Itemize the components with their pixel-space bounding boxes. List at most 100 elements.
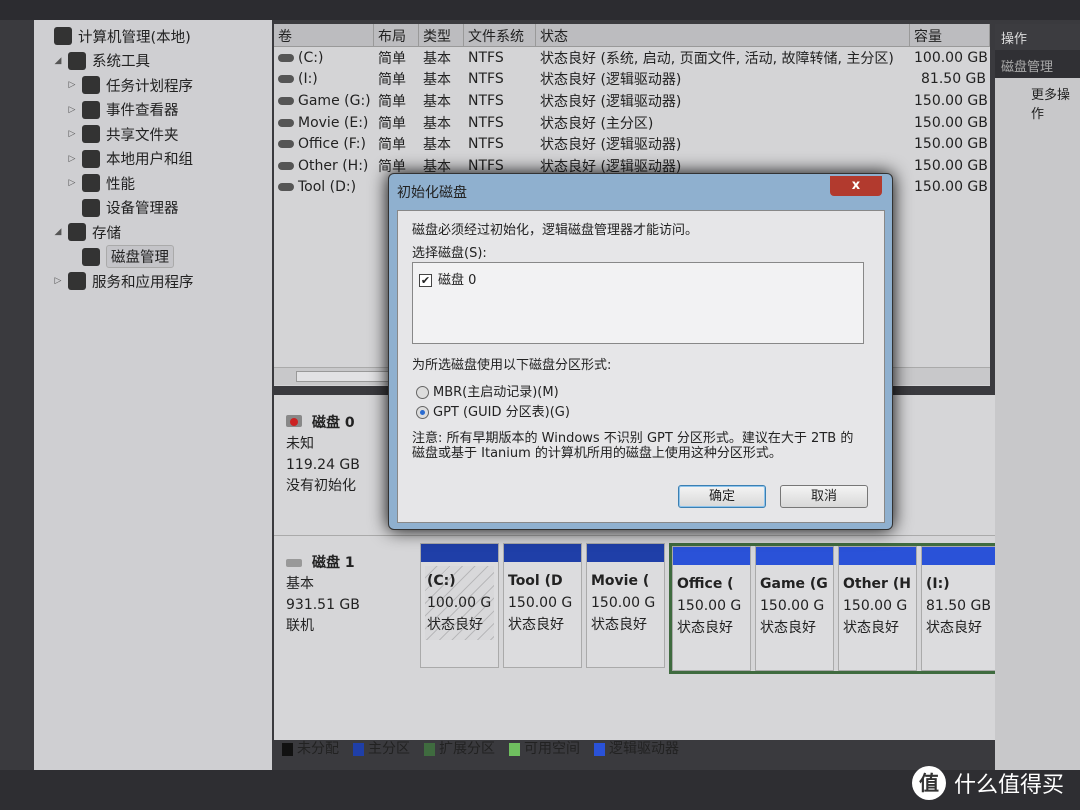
partition-block[interactable]: (C:) 100.00 G 状态良好 — [420, 543, 499, 668]
tree-item[interactable]: ▷ 本地用户和组 — [34, 147, 272, 172]
expand-arrow-icon[interactable]: ▷ — [66, 129, 78, 139]
radio-icon[interactable] — [416, 386, 429, 399]
tree-item[interactable]: ▷ 服务和应用程序 — [34, 269, 272, 294]
column-type[interactable]: 类型 — [419, 24, 464, 46]
column-volume[interactable]: 卷 — [274, 24, 374, 46]
partition-info: Game (G 150.00 G 状态良好 — [756, 565, 833, 647]
actions-section[interactable]: 磁盘管理 — [995, 50, 1080, 78]
tree-item[interactable]: ▷ 任务计划程序 — [34, 73, 272, 98]
tree-node-icon — [82, 100, 100, 119]
cell-text: 状态良好 (逻辑驱动器) — [540, 137, 682, 154]
partition-status: 状态良好 — [760, 620, 816, 636]
partition-block[interactable]: Tool (D 150.00 G 状态良好 — [503, 543, 582, 668]
actions-header: 操作 — [995, 24, 1080, 50]
tree-item[interactable]: 设备管理器 — [34, 196, 272, 221]
cell-text: Other (H:) — [298, 157, 369, 174]
tree-item[interactable]: ▷ 性能 — [34, 171, 272, 196]
table-cell: 基本 — [419, 113, 464, 133]
volume-list-header: 卷 布局 类型 文件系统 状态 容量 — [274, 24, 990, 47]
more-actions-link[interactable]: 更多操作 — [995, 78, 1080, 122]
cell-text: 基本 — [423, 93, 451, 110]
partition-bar — [504, 544, 581, 562]
tree-item[interactable]: ◢ 存储 — [34, 220, 272, 245]
close-button[interactable]: x — [830, 176, 882, 196]
column-status[interactable]: 状态 — [536, 24, 910, 46]
cancel-button[interactable]: 取消 — [780, 485, 868, 508]
partition-block[interactable]: Other (H 150.00 G 状态良好 — [838, 546, 917, 671]
disk-icon — [286, 559, 302, 567]
column-capacity[interactable]: 容量 — [910, 24, 990, 46]
drive-icon — [278, 118, 294, 127]
expand-arrow-icon[interactable]: ▷ — [66, 80, 78, 90]
cell-text: Tool (D:) — [298, 179, 357, 196]
navigation-tree: 计算机管理(本地) ◢ 系统工具 ▷ 任务计划程序 ▷ 事件查看器 ▷ 共享文件夹 ▷ 本地用户和组… — [34, 20, 272, 770]
table-cell: 状态良好 (逻辑驱动器) — [536, 134, 910, 154]
partition-style-label: 为所选磁盘使用以下磁盘分区形式: — [412, 358, 612, 373]
legend-item: 逻辑驱动器 — [594, 738, 679, 758]
checkbox-icon[interactable]: ✔ — [419, 274, 432, 287]
tree-item[interactable]: ▷ 共享文件夹 — [34, 122, 272, 147]
cell-text: Movie (E:) — [298, 114, 369, 131]
tree-node-icon — [82, 76, 100, 95]
tree-item[interactable]: 磁盘管理 — [34, 245, 272, 270]
partition-size: 150.00 G — [508, 595, 573, 611]
dialog-note: 注意: 所有早期版本的 Windows 不识别 GPT 分区形式。建议在大于 2… — [412, 431, 854, 461]
table-cell: 简单 — [374, 91, 419, 111]
table-cell: NTFS — [464, 158, 536, 174]
cell-text: 状态良好 (系统, 启动, 页面文件, 活动, 故障转储, 主分区) — [540, 50, 894, 67]
partition-status: 状态良好 — [427, 617, 483, 633]
expand-arrow-icon[interactable]: ▷ — [66, 105, 78, 115]
ok-button[interactable]: 确定 — [678, 485, 766, 508]
mbr-radio[interactable]: MBR(主启动记录)(M) — [416, 381, 559, 400]
drive-icon — [278, 75, 294, 84]
table-cell: 状态良好 (系统, 启动, 页面文件, 活动, 故障转储, 主分区) — [536, 48, 910, 68]
disk-list[interactable]: ✔ 磁盘 0 — [412, 262, 864, 344]
tree-node-icon — [54, 27, 72, 46]
table-row[interactable]: (I:) 简单 基本 NTFS 状态良好 (逻辑驱动器) 81.50 GB — [274, 69, 990, 91]
partition-block[interactable]: Movie (150.00 G 状态良好 — [586, 543, 665, 668]
cell-text: 简单 — [378, 72, 406, 89]
partition-block[interactable]: Office (150.00 G 状态良好 — [672, 546, 751, 671]
expand-arrow-icon[interactable]: ▷ — [66, 154, 78, 164]
tree-node-icon — [68, 272, 86, 291]
disk-1-partitions: (C:) 100.00 G 状态良好 Tool (D 150.00 G 状态良好 Movie… — [420, 543, 1003, 674]
cell-text: 150.00 GB — [914, 92, 988, 109]
partition-block[interactable]: Game (G 150.00 G 状态良好 — [755, 546, 834, 671]
disk-type: 未知 — [286, 436, 314, 452]
expanded-arrow-icon[interactable]: ◢ — [52, 227, 64, 237]
table-row[interactable]: Movie (E:) 简单 基本 NTFS 状态良好 (主分区) 150.00 GB — [274, 112, 990, 134]
table-row[interactable]: Game (G:) 简单 基本 NTFS 状态良好 (逻辑驱动器) 150.00 GB — [274, 90, 990, 112]
gpt-radio[interactable]: GPT (GUID 分区表)(G) — [416, 401, 570, 420]
tree-item-label: 设备管理器 — [106, 201, 179, 218]
partition-block[interactable]: (I:) 81.50 GB 状态良好 — [921, 546, 1000, 671]
partition-status: 状态良好 — [677, 620, 733, 636]
expanded-arrow-icon[interactable]: ◢ — [52, 56, 64, 66]
radio-selected-icon[interactable] — [416, 406, 429, 419]
table-cell: 基本 — [419, 91, 464, 111]
partition-bar — [673, 547, 750, 565]
table-row[interactable]: (C:) 简单 基本 NTFS 状态良好 (系统, 启动, 页面文件, 活动, 故障转储… — [274, 47, 990, 69]
cell-text: (I:) — [298, 71, 318, 88]
expand-arrow-icon[interactable]: ▷ — [66, 178, 78, 188]
partition-bar — [839, 547, 916, 565]
expand-arrow-icon[interactable]: ▷ — [52, 276, 64, 286]
extended-partition: Office (150.00 G 状态良好 Game (G 150.00 G 状态良好 O… — [669, 543, 1003, 674]
disk-0-label[interactable]: 磁盘 0 未知 119.24 GB 没有初始化 — [286, 413, 360, 497]
cell-text: 100.00 GB — [914, 49, 988, 66]
partition-size: 150.00 G — [760, 598, 825, 614]
disk-1-label[interactable]: 磁盘 1 基本 931.51 GB 联机 — [286, 553, 360, 637]
tree-item[interactable]: 计算机管理(本地) — [34, 24, 272, 49]
disk-list-item[interactable]: ✔ 磁盘 0 — [419, 269, 857, 288]
tree-item[interactable]: ◢ 系统工具 — [34, 49, 272, 74]
tree-item[interactable]: ▷ 事件查看器 — [34, 98, 272, 123]
column-filesystem[interactable]: 文件系统 — [464, 24, 536, 46]
column-layout[interactable]: 布局 — [374, 24, 419, 46]
partition-status: 状态良好 — [926, 620, 982, 636]
table-cell: 150.00 GB — [910, 136, 990, 152]
partition-info: (C:) 100.00 G 状态良好 — [425, 566, 494, 640]
table-cell: 简单 — [374, 113, 419, 133]
partition-status: 状态良好 — [591, 617, 647, 633]
table-row[interactable]: Office (F:) 简单 基本 NTFS 状态良好 (逻辑驱动器) 150.00 GB — [274, 133, 990, 155]
table-cell: NTFS — [464, 115, 536, 131]
partition-bar — [421, 544, 498, 562]
